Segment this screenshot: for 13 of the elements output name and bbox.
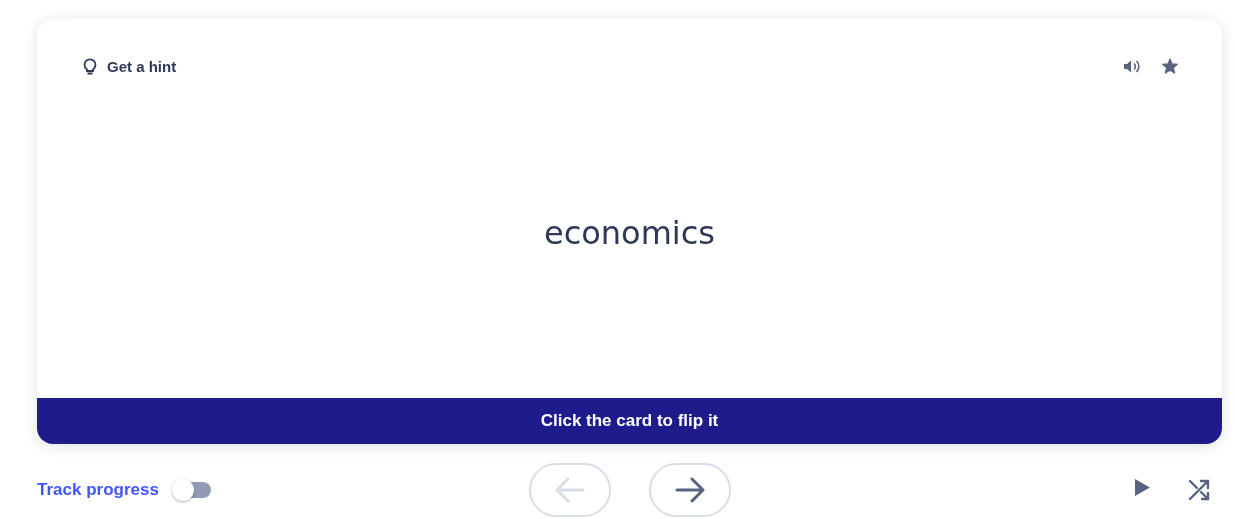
hint-button[interactable]: Get a hint (83, 57, 177, 75)
flashcard[interactable]: Get a hint economics Click the card to flip it (37, 19, 1222, 444)
left-arrow-icon (554, 477, 585, 503)
shuffle-icon[interactable] (1188, 479, 1210, 501)
track-progress-toggle[interactable] (172, 482, 211, 498)
star-icon[interactable] (1162, 58, 1178, 74)
right-arrow-icon (674, 477, 705, 503)
next-button[interactable] (648, 463, 731, 517)
flip-instruction: Click the card to flip it (540, 411, 719, 431)
lightbulb-icon (83, 57, 97, 75)
speaker-icon[interactable] (1123, 58, 1140, 74)
card-term: economics (543, 213, 715, 252)
track-progress-label: Track progress (37, 480, 159, 500)
